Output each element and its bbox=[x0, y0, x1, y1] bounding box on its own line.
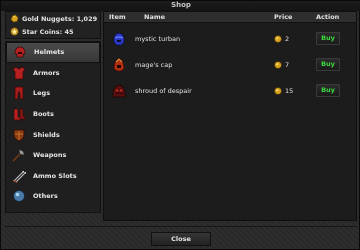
others-icon bbox=[13, 190, 25, 203]
window-title: Shop bbox=[1, 1, 360, 11]
ammo-icon bbox=[12, 170, 26, 184]
turban-icon bbox=[113, 32, 125, 46]
table-row: shroud of despair 15 Buy bbox=[104, 79, 356, 104]
divider bbox=[5, 226, 357, 227]
star-balance-label: Star Coins: 45 bbox=[22, 27, 74, 36]
items-table: Item Name Price Action mystic turban 2 B… bbox=[103, 11, 357, 221]
category-weapons[interactable]: Weapons bbox=[6, 145, 100, 166]
item-price: 2 bbox=[285, 35, 290, 43]
cap-icon bbox=[113, 58, 125, 72]
legs-icon bbox=[14, 87, 24, 100]
currency-panel: Gold Nuggets: 1,029 Star Coins: 45 bbox=[5, 11, 101, 39]
star-coin-icon bbox=[10, 27, 19, 36]
table-row: mystic turban 2 Buy bbox=[104, 27, 356, 52]
category-armors[interactable]: Armors bbox=[6, 63, 100, 84]
category-shields[interactable]: Shields bbox=[6, 124, 100, 145]
buy-button[interactable]: Buy bbox=[316, 32, 340, 45]
gold-coin-icon bbox=[274, 35, 282, 43]
header-item: Item bbox=[109, 13, 126, 21]
header-price: Price bbox=[274, 13, 293, 21]
item-name: shroud of despair bbox=[135, 87, 192, 95]
item-name: mystic turban bbox=[135, 35, 181, 43]
armor-icon bbox=[12, 66, 26, 80]
category-helmets[interactable]: Helmets bbox=[6, 42, 100, 63]
star-balance: Star Coins: 45 bbox=[6, 25, 100, 38]
category-ammo-slots[interactable]: Ammo Slots bbox=[6, 166, 100, 187]
helmet-icon bbox=[14, 46, 26, 58]
header-name: Name bbox=[144, 13, 166, 21]
gold-nugget-icon bbox=[10, 14, 19, 23]
shield-icon bbox=[13, 129, 25, 142]
close-button[interactable]: Close bbox=[151, 232, 211, 246]
gold-balance: Gold Nuggets: 1,029 bbox=[6, 12, 100, 25]
category-others[interactable]: Others bbox=[6, 186, 100, 207]
shroud-icon bbox=[112, 84, 126, 98]
buy-button[interactable]: Buy bbox=[316, 58, 340, 71]
weapon-icon bbox=[12, 149, 25, 162]
category-list: Helmets Armors Legs Boots Shields Weapon… bbox=[5, 41, 101, 213]
item-price: 7 bbox=[285, 61, 290, 69]
category-legs[interactable]: Legs bbox=[6, 83, 100, 104]
item-name: mage's cap bbox=[135, 61, 173, 69]
gold-coin-icon bbox=[274, 87, 282, 95]
header-action: Action bbox=[316, 13, 340, 21]
buy-button[interactable]: Buy bbox=[316, 84, 340, 97]
boots-icon bbox=[13, 108, 26, 121]
table-header: Item Name Price Action bbox=[104, 12, 356, 23]
gold-balance-label: Gold Nuggets: 1,029 bbox=[22, 14, 98, 23]
gold-coin-icon bbox=[274, 61, 282, 69]
category-boots[interactable]: Boots bbox=[6, 104, 100, 125]
table-row: mage's cap 7 Buy bbox=[104, 53, 356, 78]
item-price: 15 bbox=[285, 87, 294, 95]
shop-window: Shop Gold Nuggets: 1,029 Star Coins: 45 … bbox=[0, 0, 360, 250]
